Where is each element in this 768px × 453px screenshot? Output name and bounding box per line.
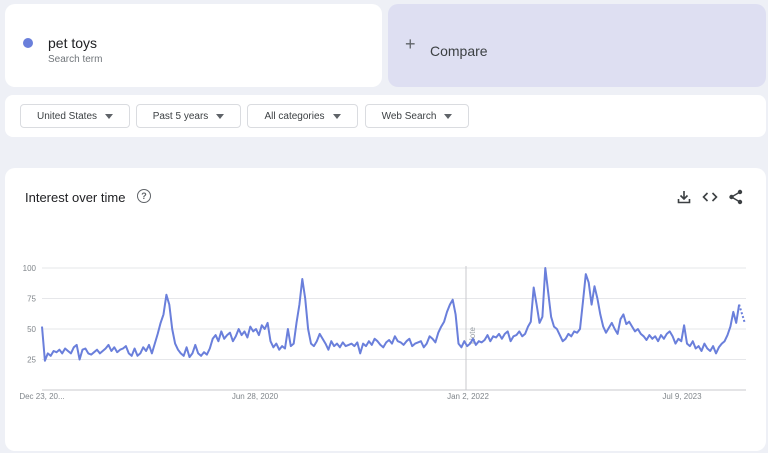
x-tick-label: Jan 2, 2022	[447, 392, 489, 401]
category-dropdown-label: All categories	[264, 110, 325, 122]
x-tick-label: Dec 23, 20...	[19, 392, 64, 401]
region-dropdown-label: United States	[36, 110, 98, 122]
compare-label: Compare	[430, 43, 488, 59]
chevron-down-icon	[105, 113, 114, 119]
search-term-card[interactable]: pet toys Search term	[5, 4, 382, 87]
chevron-down-icon	[216, 113, 225, 119]
interest-over-time-panel: Interest over time ? 25 50 75 100 Dec 23, 2…	[5, 168, 766, 451]
time-range-dropdown[interactable]: Past 5 years	[136, 104, 241, 128]
series-partial-data-segment	[738, 304, 746, 324]
compare-button[interactable]: + Compare	[388, 4, 766, 87]
y-tick-label: 100	[23, 264, 37, 273]
chevron-down-icon	[332, 113, 341, 119]
y-tick-label: 50	[27, 325, 36, 334]
y-tick-label: 75	[27, 295, 36, 304]
search-type-dropdown-label: Web Search	[381, 110, 437, 122]
search-term-name[interactable]: pet toys	[48, 35, 97, 51]
category-dropdown[interactable]: All categories	[247, 104, 358, 128]
x-tick-label: Jul 9, 2023	[662, 392, 702, 401]
filter-bar: United States Past 5 years All categorie…	[5, 95, 766, 137]
series-color-dot	[23, 38, 33, 48]
plus-icon: +	[405, 34, 416, 54]
search-type-dropdown[interactable]: Web Search	[365, 104, 469, 128]
x-tick-label: Jun 28, 2020	[232, 392, 279, 401]
series-line-pet-toys[interactable]	[41, 267, 741, 362]
region-dropdown[interactable]: United States	[20, 104, 130, 128]
y-tick-label: 25	[27, 356, 36, 365]
interest-chart: 25 50 75 100 Dec 23, 20... Jun 28, 2020 Jan 2…	[19, 264, 746, 401]
time-range-dropdown-label: Past 5 years	[152, 110, 209, 122]
chevron-down-icon	[444, 113, 453, 119]
search-term-subtitle: Search term	[48, 54, 103, 65]
